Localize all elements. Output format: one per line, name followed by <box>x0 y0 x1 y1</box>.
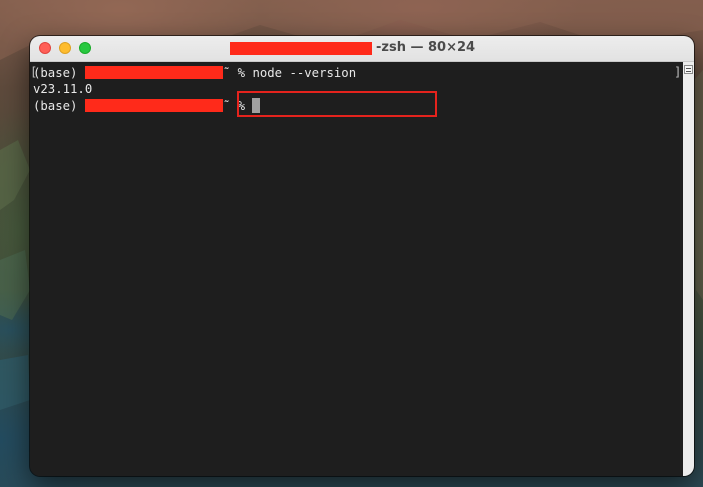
tilde-marker: ˜ <box>222 99 238 113</box>
tilde-marker: ˜ <box>222 66 238 80</box>
terminal-line-prompt: (base) ˜ % <box>33 98 261 114</box>
minimize-button[interactable] <box>59 42 71 54</box>
prompt-symbol: % <box>237 66 253 80</box>
scrollbar[interactable] <box>683 62 694 476</box>
command-text: node --version <box>252 66 357 80</box>
window-title: -zsh — 80×24 <box>376 40 476 55</box>
redacted-username <box>84 99 223 112</box>
env-prefix: (base) <box>33 99 85 113</box>
close-button[interactable] <box>39 42 51 54</box>
terminal-content[interactable]: [ ] (base) ˜ % node --version v23.11.0 (… <box>30 62 694 476</box>
terminal-line-command: (base) ˜ % node --version <box>33 65 356 81</box>
mark-bracket-right: ] <box>674 65 682 79</box>
command-highlight-box <box>237 91 437 117</box>
terminal-window: -zsh — 80×24 [ ] (base) ˜ % node --versi… <box>30 36 694 476</box>
window-titlebar[interactable]: -zsh — 80×24 <box>30 36 694 62</box>
terminal-line-output: v23.11.0 <box>33 81 92 97</box>
env-prefix: (base) <box>33 66 85 80</box>
redacted-username <box>84 66 223 79</box>
command-output: v23.11.0 <box>33 82 93 96</box>
title-redaction <box>230 42 372 55</box>
zoom-button[interactable] <box>79 42 91 54</box>
scroll-marker-icon[interactable] <box>684 65 693 74</box>
